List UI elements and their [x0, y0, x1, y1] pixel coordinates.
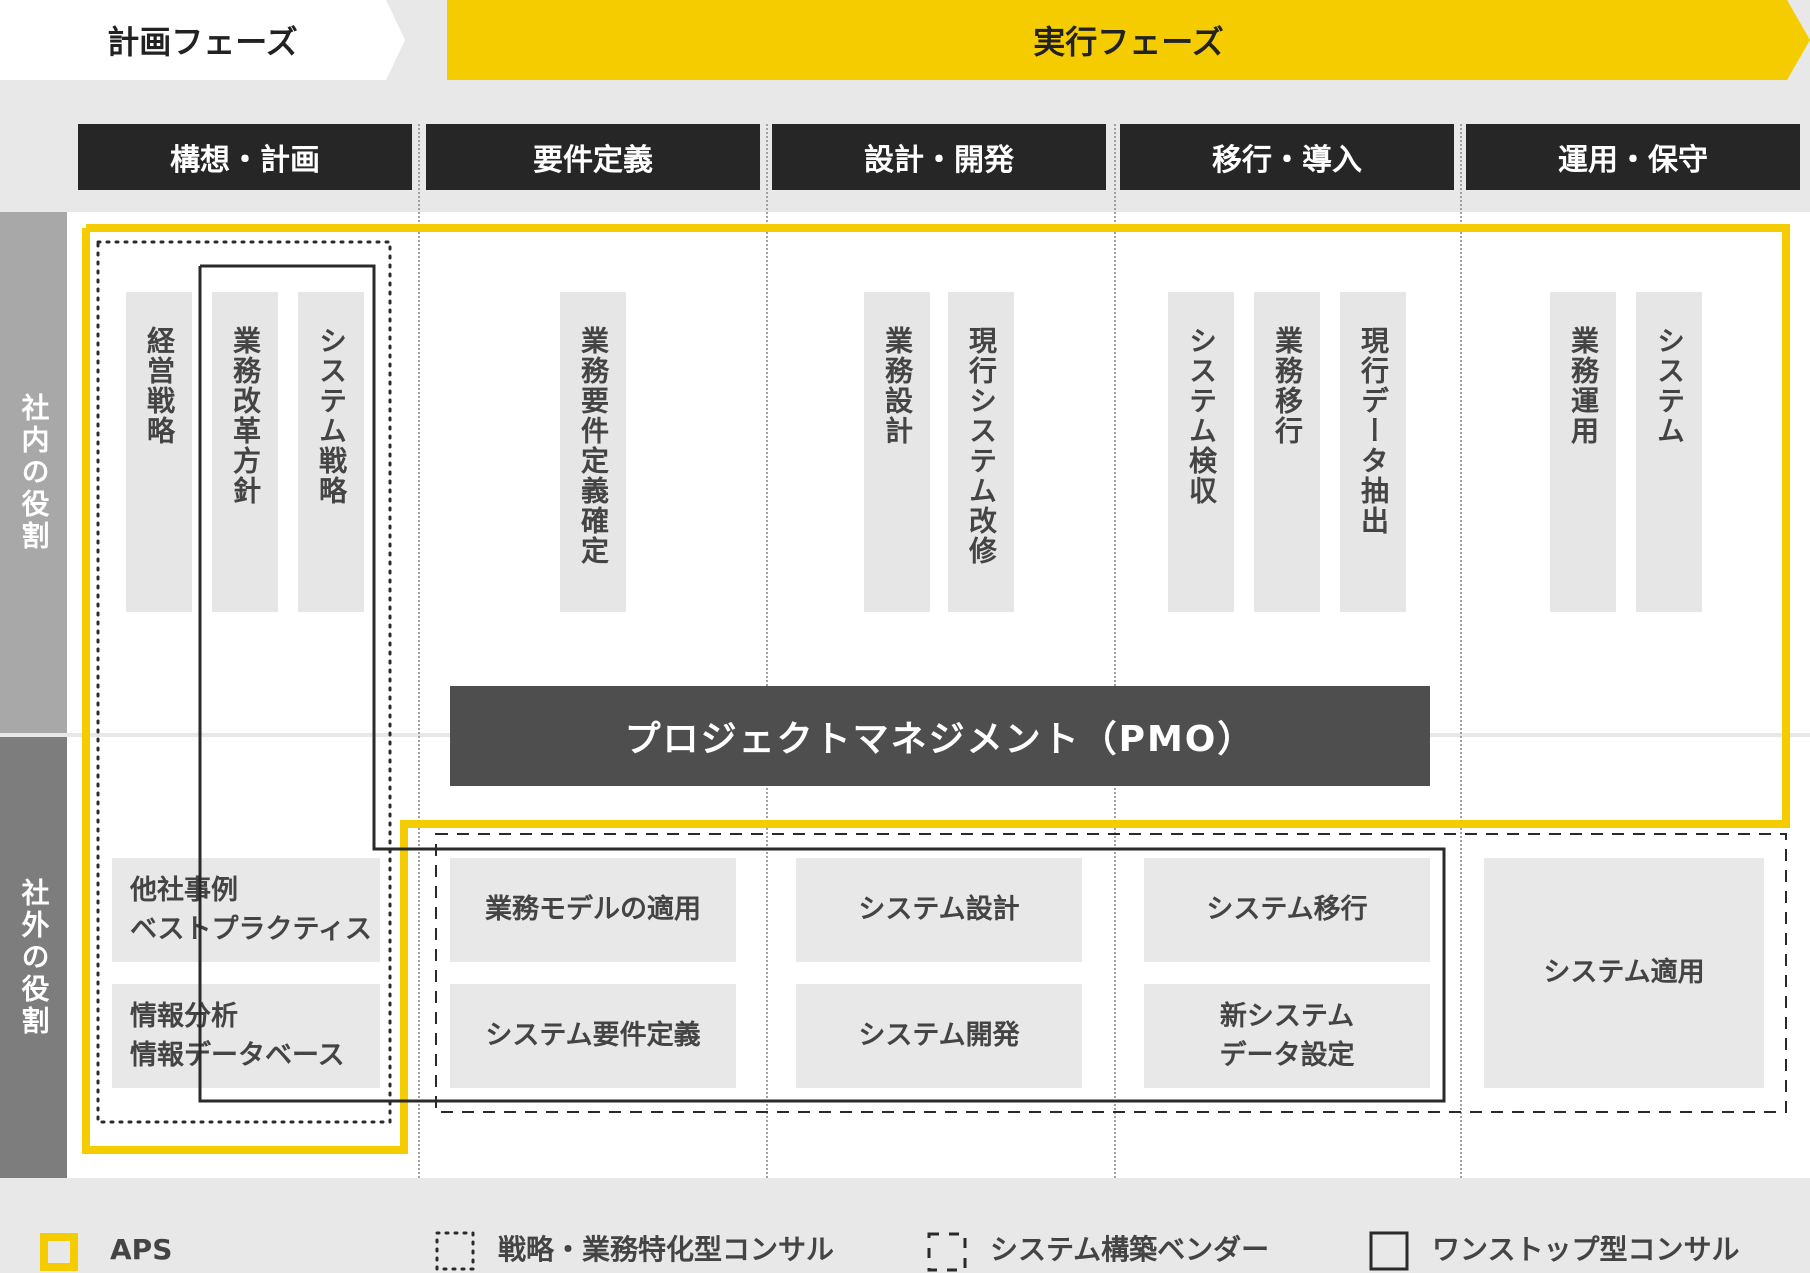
aps-outline: [82, 224, 1790, 1154]
legend-onestop-icon: [1369, 1231, 1409, 1271]
strategy-consultant-outline: [96, 240, 392, 1124]
legend-aps-label: APS: [110, 1233, 173, 1266]
onestop-consultant-outline: [198, 264, 1446, 1103]
legend-strategy-icon: [435, 1231, 475, 1271]
legend-vendor-label: システム構築ベンダー: [990, 1233, 1270, 1266]
legend-strategy-label: 戦略・業務特化型コンサル: [498, 1233, 835, 1266]
legend-vendor-icon: [927, 1232, 967, 1272]
legend-onestop-label: ワンストップ型コンサル: [1432, 1233, 1740, 1266]
system-vendor-outline: [435, 833, 1787, 1113]
outline-overlay: [40, 224, 1790, 1272]
legend-aps-icon: [40, 1233, 78, 1271]
